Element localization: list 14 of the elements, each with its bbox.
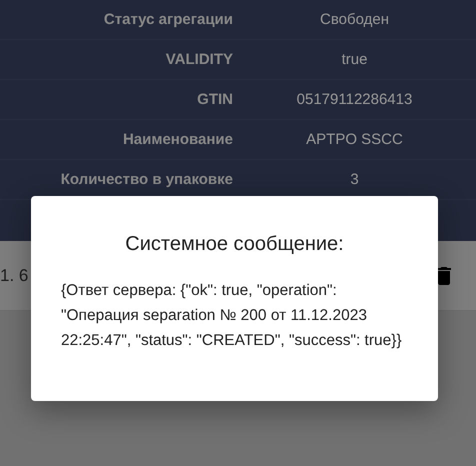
field-value: Свободен [320, 11, 389, 28]
field-value: 3 [350, 171, 359, 188]
field-value: 05179112286413 [296, 91, 412, 108]
field-value: true [342, 51, 368, 68]
field-label: Количество в упаковке [60, 171, 233, 188]
dialog-message: {Ответ сервера: {"ok": true, "operation": "Операция separation № 200 от 11.12.2023 22:25:47", "status": "CREATED", "success": true}} [61, 281, 403, 351]
item-text: 1. 6 [0, 266, 28, 286]
field-label: Наименование [122, 131, 233, 148]
field-label: VALIDITY [166, 51, 233, 68]
field-value: APTPO SSCC [306, 131, 403, 148]
dialog-title: Системное сообщение: [124, 232, 345, 256]
field-label: Статус агрегации [104, 11, 233, 28]
field-label: GTIN [197, 91, 233, 108]
trash-icon[interactable] [437, 266, 451, 284]
